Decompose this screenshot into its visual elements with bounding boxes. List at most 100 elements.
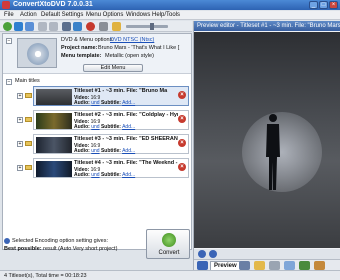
expand-icon[interactable]: + xyxy=(17,117,23,123)
subtitle-label: Subtitle: xyxy=(100,172,121,178)
preview-panel: Preview editor - Titleset #1 - ~3 min. F… xyxy=(193,21,340,270)
expand-icon[interactable]: + xyxy=(17,165,23,171)
zoom-slider-handle[interactable] xyxy=(150,23,154,30)
stop-icon[interactable] xyxy=(209,250,217,258)
audio-link[interactable]: und xyxy=(91,124,99,130)
menu-default-settings[interactable]: Default Settings xyxy=(41,12,83,18)
project-name-value[interactable]: Bruno Mars - 'That's What I Like [ xyxy=(98,45,179,51)
video-thumbnail xyxy=(36,161,72,177)
menu-options-label: DVD & Menu options: xyxy=(61,37,114,43)
toolbar xyxy=(0,21,192,32)
main-titles-label: Main titles xyxy=(15,78,40,84)
app-logo-icon xyxy=(2,1,10,9)
save-icon[interactable] xyxy=(25,22,34,31)
audio-link[interactable]: und xyxy=(91,148,99,154)
folder-icon xyxy=(25,141,32,146)
collapse-icon[interactable]: − xyxy=(6,38,12,44)
menu-help-tools[interactable]: Help/Tools xyxy=(152,12,180,18)
titleset-row[interactable]: Titleset #3 - ~3 min. File: "ED SHEERAN … xyxy=(33,134,189,154)
add-icon[interactable] xyxy=(3,22,12,31)
encoding-quality: Best possible: xyxy=(4,246,42,252)
convert-button[interactable]: Convert xyxy=(146,229,190,259)
titleset-row[interactable]: Titleset #2 - ~3 min. File: "Coldplay - … xyxy=(33,110,189,130)
video-thumbnail xyxy=(36,137,72,153)
menu-windows[interactable]: Windows xyxy=(126,12,150,18)
video-thumbnail xyxy=(36,89,72,105)
titleset-row[interactable]: Titleset #4 - ~3 min. File: "The Weeknd … xyxy=(33,158,189,178)
open-icon[interactable] xyxy=(14,22,23,31)
status-bar: 4 Titleset(s), Total time = 00:18:23 xyxy=(0,270,340,280)
subtitle-label: Subtitle: xyxy=(100,100,121,106)
collapse-icon[interactable]: − xyxy=(6,79,12,85)
film-icon[interactable] xyxy=(197,261,208,270)
remove-title-icon[interactable]: × xyxy=(178,91,186,99)
subtitle-icon[interactable] xyxy=(254,261,265,270)
video-thumbnail xyxy=(36,113,72,129)
titleset-name: Titleset #1 - ~3 min. File: "Bruno Ma xyxy=(74,88,168,94)
settings-icon[interactable] xyxy=(62,22,71,31)
audio-label: Audio: xyxy=(74,172,90,178)
audio-link[interactable]: und xyxy=(91,100,99,106)
clock-icon[interactable] xyxy=(269,261,280,270)
subtitle-add-link[interactable]: Add... xyxy=(122,148,135,154)
remove-title-icon[interactable]: × xyxy=(178,115,186,123)
menu-action[interactable]: Action xyxy=(20,12,37,18)
pause-icon[interactable] xyxy=(198,250,206,258)
audio-link[interactable]: und xyxy=(91,172,99,178)
encoding-detail: result (Auto Very short project) xyxy=(43,246,118,252)
burn-icon[interactable] xyxy=(314,261,325,270)
info-icon[interactable] xyxy=(99,22,108,31)
move-up-icon[interactable] xyxy=(38,22,47,31)
move-down-icon[interactable] xyxy=(49,22,58,31)
video-preview xyxy=(194,32,340,248)
dvd-menu-row[interactable]: − DVD & Menu options: DVD NTSC (Ntsc) Pr… xyxy=(3,34,191,74)
dvd-disc-icon xyxy=(27,43,49,65)
music-icon[interactable] xyxy=(239,261,250,270)
preview-header: Preview editor - Titleset #1 - ~3 min. F… xyxy=(194,21,340,31)
audio-label: Audio: xyxy=(74,148,90,154)
subtitle-label: Subtitle: xyxy=(100,124,121,130)
menu-menu-options[interactable]: Menu Options xyxy=(86,12,123,18)
zoom-slider[interactable] xyxy=(126,25,168,28)
menu-template-value[interactable]: Metallic (open style) xyxy=(105,53,154,59)
menu-template-label: Menu template: xyxy=(61,53,102,59)
subtitle-add-link[interactable]: Add... xyxy=(122,100,135,106)
remove-title-icon[interactable]: × xyxy=(178,139,186,147)
titleset-row[interactable]: Titleset #1 - ~3 min. File: "Bruno Ma Vi… xyxy=(33,86,189,106)
menu-bar: File Action Default Settings Menu Option… xyxy=(0,11,340,20)
menu-options-link[interactable]: DVD NTSC (Ntsc) xyxy=(110,37,154,43)
titleset-name: Titleset #2 - ~3 min. File: "Coldplay - … xyxy=(74,112,178,118)
status-text: 4 Titleset(s), Total time = 00:18:23 xyxy=(4,273,87,279)
player-controls xyxy=(194,249,340,259)
remove-title-icon[interactable]: × xyxy=(178,163,186,171)
menu-file[interactable]: File xyxy=(4,12,14,18)
tab-preview[interactable]: Preview xyxy=(210,261,241,270)
subtitle-add-link[interactable]: Add... xyxy=(122,124,135,130)
audio-label: Audio: xyxy=(74,100,90,106)
minimize-button[interactable]: _ xyxy=(309,1,318,9)
encoding-info-line1: Selected Encoding option setting gives: xyxy=(12,238,109,244)
expand-icon[interactable]: + xyxy=(17,141,23,147)
silhouette-figure xyxy=(266,114,280,190)
folder-icon xyxy=(25,117,32,122)
remove-icon[interactable] xyxy=(86,22,95,31)
disc-icon[interactable] xyxy=(73,22,82,31)
project-name-label: Project name: xyxy=(61,45,98,51)
folder-icon[interactable] xyxy=(112,22,121,31)
menu-icon[interactable] xyxy=(299,261,310,270)
maximize-button[interactable]: □ xyxy=(319,1,328,9)
expand-icon[interactable]: + xyxy=(17,93,23,99)
subtitle-label: Subtitle: xyxy=(100,148,121,154)
project-tree: − DVD & Menu options: DVD NTSC (Ntsc) Pr… xyxy=(2,33,192,250)
chapter-icon[interactable] xyxy=(284,261,295,270)
dvd-menu-thumbnail xyxy=(17,38,57,68)
convert-icon xyxy=(162,233,176,247)
subtitle-add-link[interactable]: Add... xyxy=(122,172,135,178)
folder-icon xyxy=(25,165,32,170)
titleset-name: Titleset #4 - ~3 min. File: "The Weeknd … xyxy=(74,160,178,166)
close-button[interactable]: × xyxy=(329,1,338,9)
edit-menu-button[interactable]: Edit Menu xyxy=(83,64,143,72)
audio-label: Audio: xyxy=(74,124,90,130)
preview-tabs: Preview xyxy=(194,259,340,270)
app-window: ConvertXtoDVD 7.0.0.31 _ □ × File Action… xyxy=(0,0,340,280)
